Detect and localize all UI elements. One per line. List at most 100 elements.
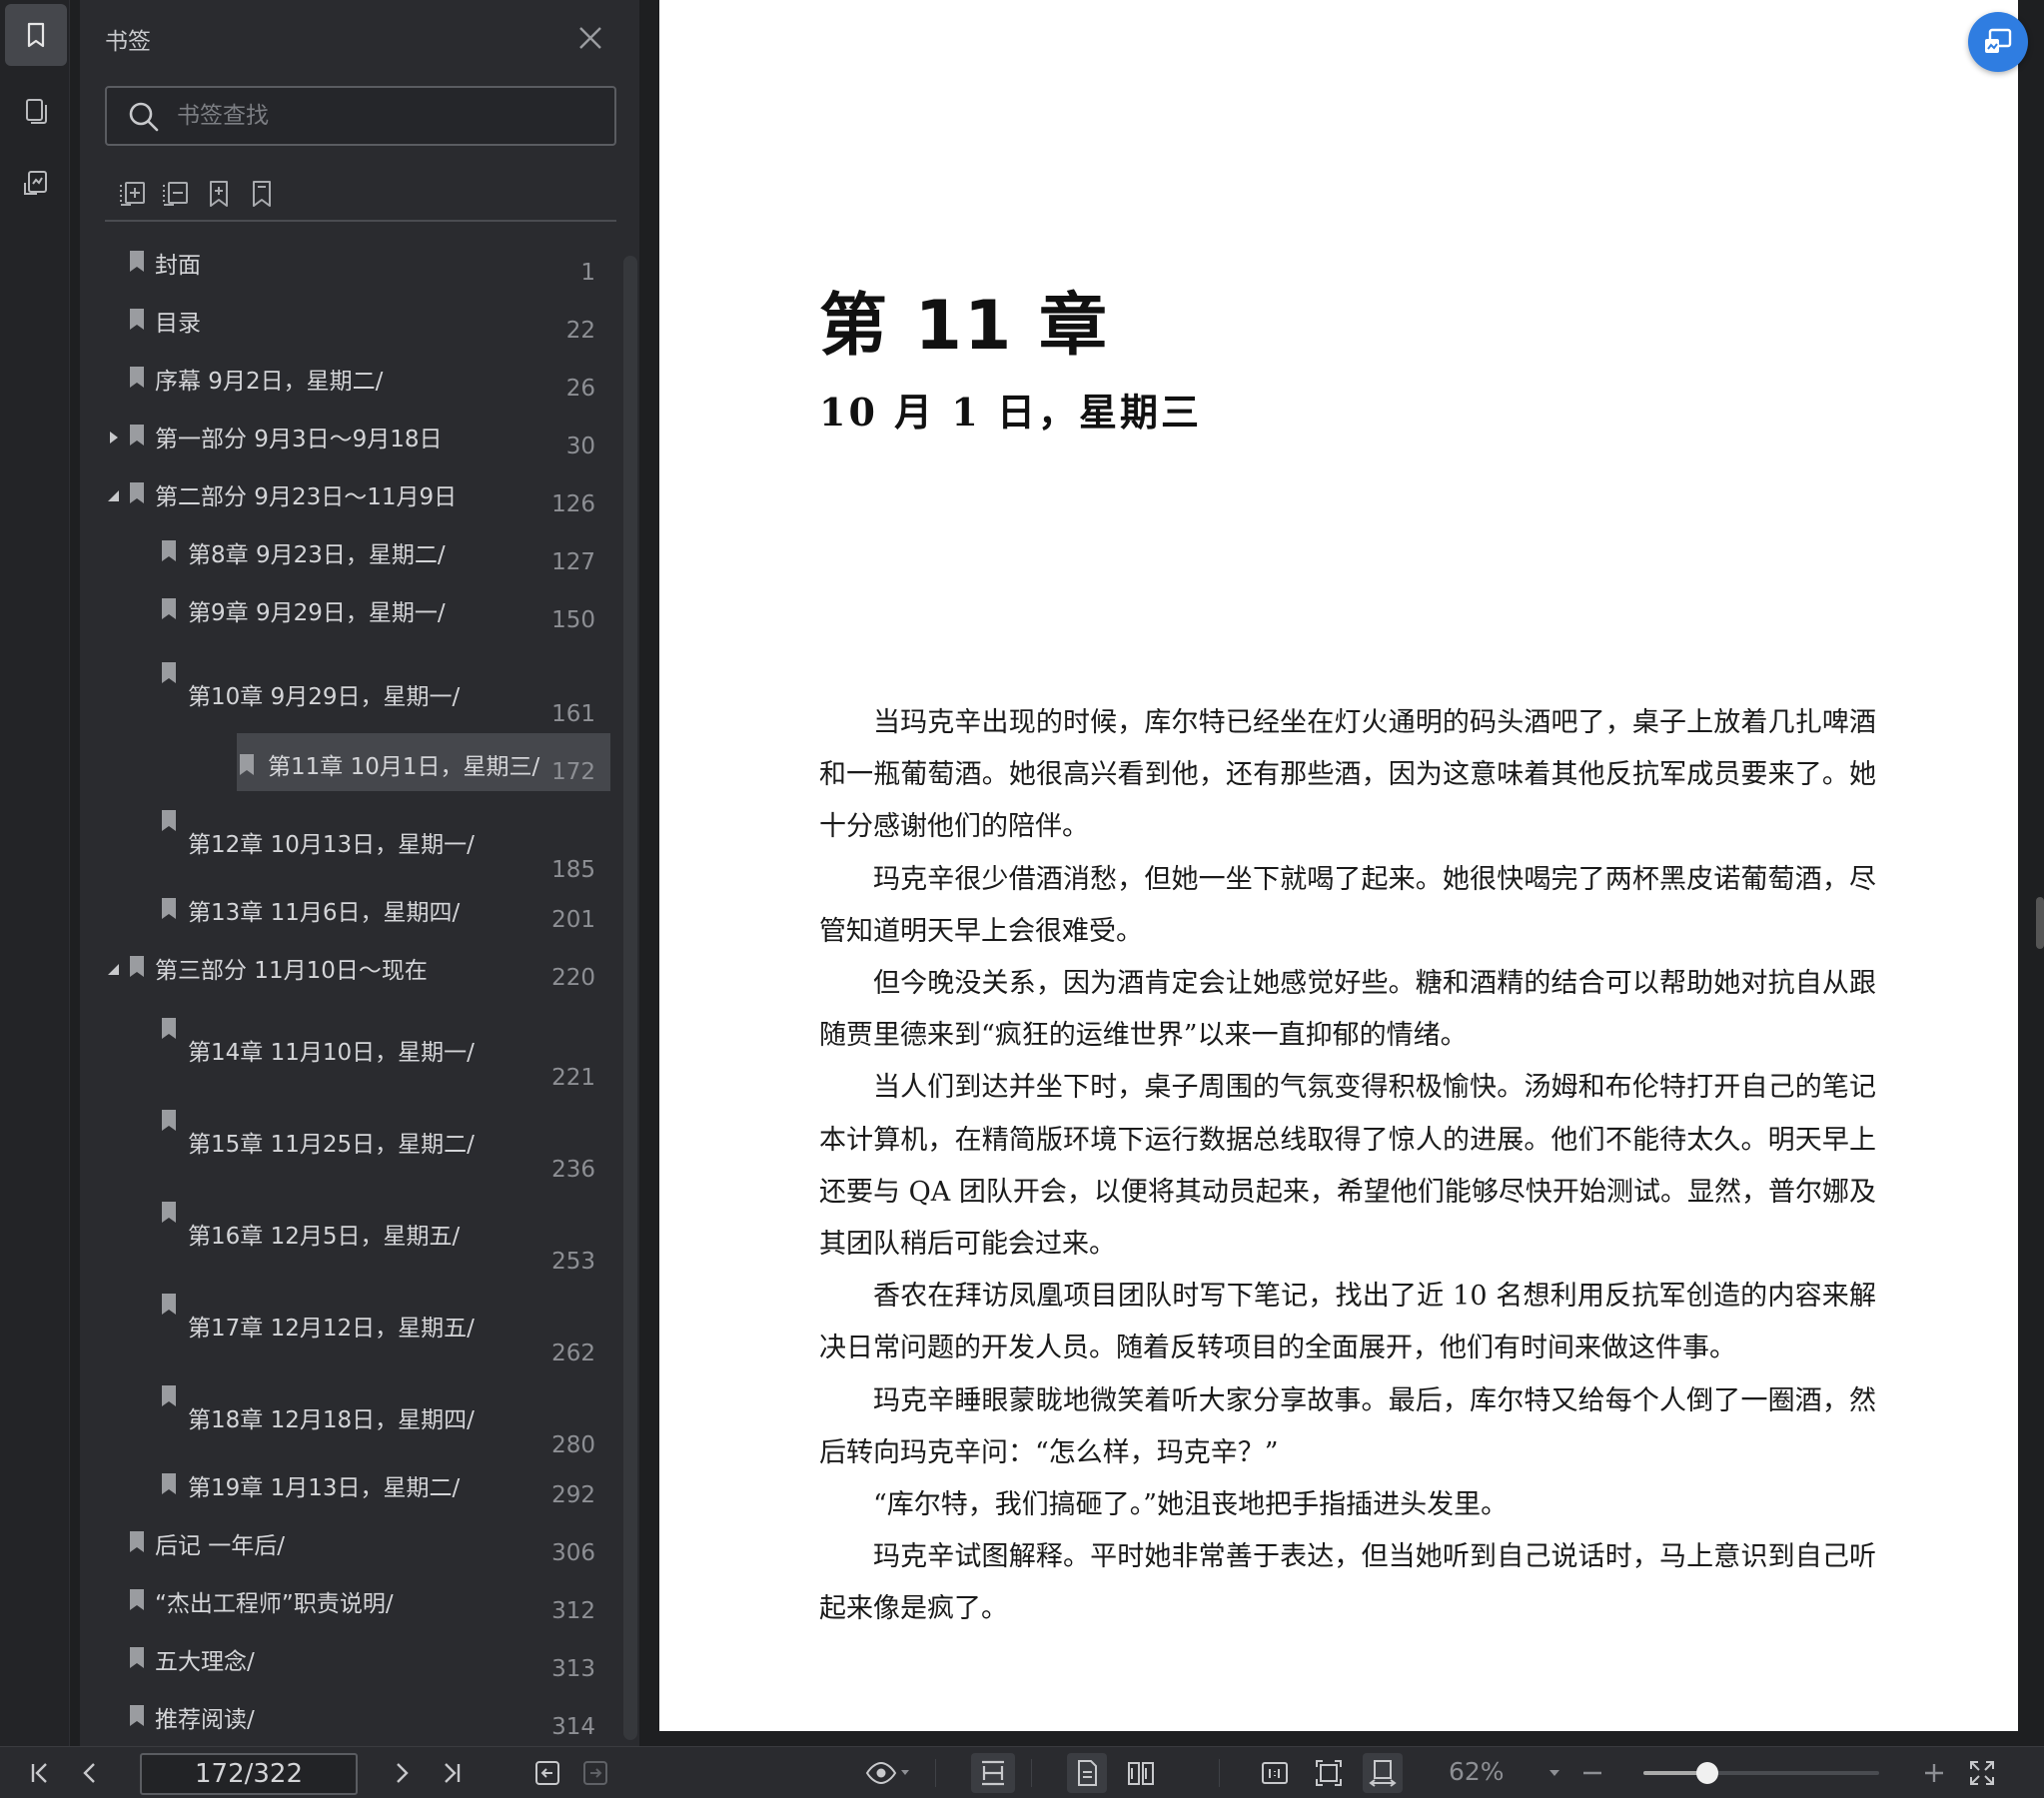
bookmark-page: 312: [551, 1598, 595, 1624]
expand-arrow-icon[interactable]: [107, 430, 121, 446]
bookmark-item-chapter-8[interactable]: 第8章 9月23日，星期二/ 127: [105, 525, 610, 583]
bookmark-icon: [162, 1473, 176, 1494]
toolbar-divider: [1031, 1759, 1032, 1787]
document-scrollbar[interactable]: [2036, 897, 2044, 949]
eye-icon: [865, 1761, 909, 1785]
bookmark-item-part-two[interactable]: 第二部分 9月23日～11月9日 126: [105, 467, 610, 525]
pdf-reader-app: 书签 封面 1: [0, 0, 2044, 1798]
reading-mode-button[interactable]: [857, 1753, 917, 1793]
bookmark-item-prologue[interactable]: 序幕 9月2日，星期二/ 26: [105, 352, 610, 410]
bookmark-item-job-description[interactable]: “杰出工程师”职责说明/ 312: [105, 1574, 610, 1632]
continuous-scroll-button[interactable]: [971, 1753, 1015, 1793]
bookmark-item-chapter-17[interactable]: 第17章 12月12日，星期五/ 262: [105, 1275, 610, 1366]
bookmark-page: 280: [551, 1432, 595, 1458]
bookmark-item-epilogue[interactable]: 后记 一年后/ 306: [105, 1516, 610, 1574]
next-page-button[interactable]: [382, 1753, 422, 1793]
bookmark-item-chapter-14[interactable]: 第14章 11月10日，星期一/ 221: [105, 999, 610, 1091]
bookmark-sidebar: 书签 封面 1: [80, 0, 639, 1746]
zoom-slider[interactable]: [1643, 1762, 1879, 1784]
bookmark-search-input[interactable]: [177, 98, 596, 134]
collapse-arrow-icon[interactable]: [107, 487, 121, 503]
bookmark-icon: [162, 598, 176, 619]
bookmark-label: 第19章 1月13日，星期二/: [188, 1475, 461, 1501]
bookmark-item-recommended-reading[interactable]: 推荐阅读/ 314: [105, 1690, 610, 1746]
bookmark-button[interactable]: [242, 174, 282, 214]
zoom-dropdown-button[interactable]: [1534, 1753, 1574, 1793]
chevron-down-icon: [1549, 1770, 1559, 1776]
fit-page-icon: [1316, 1760, 1342, 1786]
paragraph: 香农在拜访凤凰项目团队时写下笔记，找出了近 10 名想利用反抗军创造的内容来解决…: [819, 1281, 1876, 1364]
bookmark-item-five-ideals[interactable]: 五大理念/ 313: [105, 1632, 610, 1690]
bookmark-search-box[interactable]: [105, 86, 616, 146]
bookmark-page: 172: [551, 759, 595, 785]
continuous-scroll-icon: [982, 1760, 1004, 1786]
annotation-list-icon: [24, 171, 47, 195]
annotation-panel-button[interactable]: [5, 152, 67, 214]
forward-view-button[interactable]: [575, 1753, 615, 1793]
sidebar-title: 书签: [105, 29, 151, 55]
bookmark-item-chapter-19[interactable]: 第19章 1月13日，星期二/ 292: [105, 1458, 610, 1516]
actual-size-button[interactable]: [1255, 1753, 1295, 1793]
bookmark-item-chapter-9[interactable]: 第9章 9月29日，星期一/ 150: [105, 583, 610, 641]
chevron-left-icon: [83, 1763, 95, 1783]
bookmark-label: 第15章 11月25日，星期二/: [188, 1132, 475, 1158]
bookmark-item-part-one[interactable]: 第一部分 9月3日～9月18日 30: [105, 410, 610, 467]
thumbnail-panel-button[interactable]: [5, 80, 67, 142]
bookmark-add-icon: [210, 181, 228, 207]
bookmark-label: 第11章 10月1日，星期三/: [268, 754, 540, 780]
add-bookmark-button[interactable]: [199, 174, 239, 214]
zoom-out-button[interactable]: [1572, 1753, 1612, 1793]
chevron-right-icon: [397, 1763, 409, 1783]
bookmark-icon: [162, 1202, 176, 1223]
expand-all-button[interactable]: [113, 174, 153, 214]
bookmark-item-cover[interactable]: 封面 1: [105, 236, 610, 294]
zoom-level[interactable]: 62%: [1449, 1757, 1505, 1786]
bookmark-item-chapter-10[interactable]: 第10章 9月29日，星期一/ 161: [105, 641, 610, 733]
previous-page-button[interactable]: [70, 1753, 110, 1793]
bookmark-icon: [162, 1294, 176, 1315]
single-page-button[interactable]: [1067, 1753, 1107, 1793]
first-page-button[interactable]: [20, 1753, 60, 1793]
close-icon[interactable]: [576, 24, 604, 52]
bookmark-page: 253: [551, 1249, 595, 1275]
bookmark-panel-button[interactable]: [5, 4, 67, 66]
bookmark-item-chapter-15[interactable]: 第15章 11月25日，星期二/ 236: [105, 1091, 610, 1183]
page-number-input[interactable]: 172/322: [140, 1753, 358, 1795]
last-page-button[interactable]: [432, 1753, 472, 1793]
bookmark-label: 推荐阅读/: [155, 1707, 255, 1733]
fullscreen-button[interactable]: [1962, 1753, 2002, 1793]
bookmark-page: 26: [565, 376, 595, 402]
zoom-in-button[interactable]: [1914, 1753, 1954, 1793]
back-view-button[interactable]: [527, 1753, 567, 1793]
chapter-subtitle: 10 月 1 日，星期三: [819, 390, 1203, 435]
collapse-all-button[interactable]: [156, 174, 196, 214]
paragraph: 玛克辛很少借酒消愁，但她一坐下就喝了起来。她很快喝完了两杯黑皮诺葡萄酒，尽管知道…: [819, 863, 1876, 947]
bookmark-page: 127: [551, 549, 595, 575]
bookmark-item-chapter-12[interactable]: 第12章 10月13日，星期一/ 185: [105, 791, 610, 883]
forward-view-icon: [583, 1761, 607, 1785]
bookmark-page: 262: [551, 1341, 595, 1366]
bookmark-icon: [240, 754, 254, 775]
expand-all-icon: [120, 182, 145, 206]
collapse-arrow-icon[interactable]: [107, 961, 121, 977]
sidebar-scrollbar[interactable]: [623, 256, 637, 1740]
bookmark-label: 第14章 11月10日，星期一/: [188, 1040, 475, 1066]
fit-width-button[interactable]: [1363, 1753, 1403, 1793]
bookmark-item-chapter-18[interactable]: 第18章 12月18日，星期四/ 280: [105, 1366, 610, 1458]
bookmark-icon: [130, 482, 144, 503]
paragraph: 玛克辛试图解释。平时她非常善于表达，但当她听到自己说话时，马上意识到自己听起来像…: [819, 1541, 1876, 1625]
bookmark-item-chapter-16[interactable]: 第16章 12月5日，星期五/ 253: [105, 1183, 610, 1275]
bookmark-item-part-three[interactable]: 第三部分 11月10日～现在 220: [105, 941, 610, 999]
zoom-slider-knob[interactable]: [1695, 1762, 1718, 1784]
bookmark-item-chapter-13[interactable]: 第13章 11月6日，星期四/ 201: [105, 883, 610, 941]
two-page-button[interactable]: [1121, 1753, 1161, 1793]
bookmark-item-chapter-11-selected[interactable]: 第11章 10月1日，星期三/ 172: [237, 733, 610, 791]
bookmark-item-toc[interactable]: 目录 22: [105, 294, 610, 352]
toolbar-divider: [1219, 1759, 1220, 1787]
collapse-all-icon: [163, 182, 188, 206]
fit-page-button[interactable]: [1309, 1753, 1349, 1793]
back-view-icon: [535, 1761, 559, 1785]
bookmark-icon: [130, 309, 144, 330]
floating-tool-button[interactable]: [1968, 12, 2028, 72]
left-rail: [0, 0, 70, 1746]
